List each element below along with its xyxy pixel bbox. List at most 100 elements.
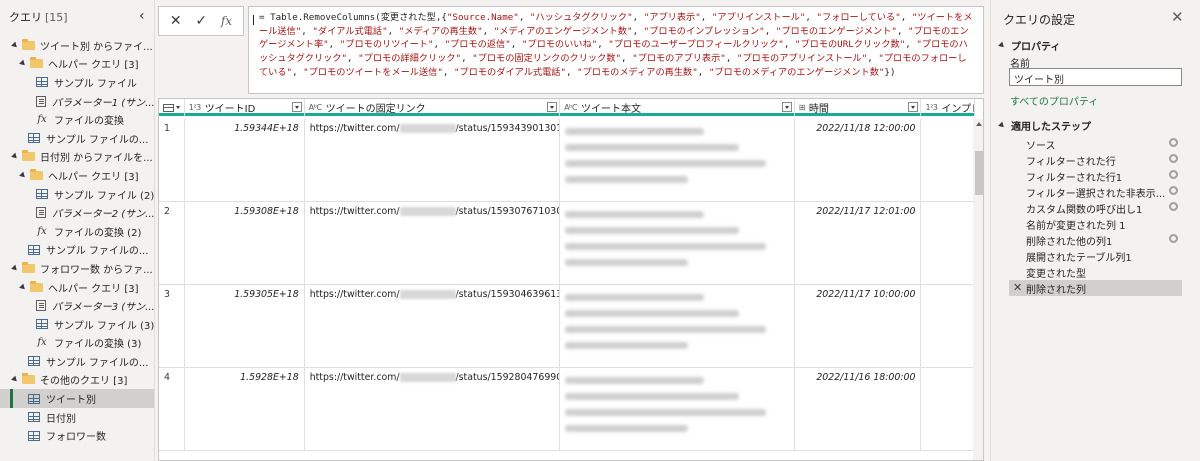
time-cell[interactable]: 2022/11/17 12:01:00 <box>795 202 922 284</box>
query-item[interactable]: サンプル ファイルの... <box>0 352 154 371</box>
impressions-cell[interactable] <box>921 119 975 201</box>
chevron-down-icon[interactable] <box>11 376 19 384</box>
query-group[interactable]: ヘルパー クエリ [3] <box>0 55 154 74</box>
applied-step[interactable]: 展開されたテーブル列1 <box>1009 248 1182 264</box>
query-item[interactable]: パラメーター3 (サン... <box>0 296 154 315</box>
column-header[interactable]: ⊞ 時間 <box>795 99 922 116</box>
permalink-cell[interactable]: https://twitter.com/ /status/159307671030… <box>305 202 561 284</box>
query-item[interactable]: fx ファイルの変換 <box>0 110 154 129</box>
query-item[interactable]: 日付別 <box>0 408 154 427</box>
applied-step[interactable]: 名前が変更された列 1 <box>1009 216 1182 232</box>
column-filter-icon[interactable] <box>781 102 792 112</box>
query-group[interactable]: 日付別 からファイルを... <box>0 148 154 167</box>
tweet-text-cell[interactable] <box>560 202 795 284</box>
applied-step[interactable]: 削除された他の列1 <box>1009 232 1182 248</box>
apply-formula-icon[interactable]: ✓ <box>195 14 207 28</box>
applied-step[interactable]: 変更された型 <box>1009 264 1182 280</box>
chevron-down-icon[interactable] <box>11 41 19 50</box>
applied-step[interactable]: フィルターされた行 <box>1009 152 1182 168</box>
applied-step[interactable]: カスタム関数の呼び出し1 <box>1009 200 1182 216</box>
chevron-down-icon[interactable] <box>11 264 19 273</box>
scrollbar-thumb[interactable] <box>975 151 983 195</box>
table-row[interactable]: 4 1.5928E+18 https://twitter.com/ /status/1… <box>159 368 975 451</box>
tweet-id-cell[interactable]: 1.59305E+18 <box>185 285 305 367</box>
applied-steps-section[interactable]: 適用したステップ <box>998 118 1091 133</box>
table-row[interactable]: 2 1.59308E+18 https://twitter.com/ /status/… <box>159 202 975 285</box>
impressions-cell[interactable] <box>921 202 975 284</box>
column-filter-icon[interactable] <box>908 102 919 112</box>
cancel-formula-icon[interactable]: ✕ <box>170 14 182 28</box>
query-group[interactable]: フォロワー数 からファ... <box>0 259 154 278</box>
gear-icon[interactable] <box>1169 186 1178 195</box>
column-type-icon[interactable]: 1²3 <box>189 103 201 112</box>
column-type-icon[interactable]: AᵇC <box>309 103 322 112</box>
table-row[interactable]: 3 1.59305E+18 https://twitter.com/ /status/… <box>159 285 975 368</box>
query-item[interactable]: サンプル ファイルの... <box>0 129 154 148</box>
chevron-down-icon[interactable] <box>19 60 27 68</box>
properties-section[interactable]: プロパティ <box>998 38 1060 53</box>
delete-step-icon[interactable]: ✕ <box>1013 281 1022 294</box>
query-item[interactable]: パラメーター1 (サン... <box>0 92 154 111</box>
column-type-icon[interactable]: ⊞ <box>799 103 806 112</box>
chevron-down-icon[interactable] <box>19 171 27 180</box>
query-item[interactable]: サンプル ファイル (3) <box>0 315 154 334</box>
chevron-down-icon[interactable] <box>19 283 27 291</box>
impressions-cell[interactable] <box>921 285 975 367</box>
tweet-text-cell[interactable] <box>560 285 795 367</box>
row-number[interactable]: 3 <box>159 285 185 367</box>
applied-step[interactable]: ソース <box>1009 136 1182 152</box>
query-item[interactable]: フォロワー数 <box>0 426 154 445</box>
permalink-cell[interactable]: https://twitter.com/ /status/159304639613… <box>305 285 561 367</box>
column-filter-icon[interactable] <box>547 102 558 112</box>
formula-input[interactable]: = Table.RemoveColumns(変更された型,{"Source.Na… <box>248 6 984 94</box>
applied-step[interactable]: フィルターされた行1 <box>1009 168 1182 184</box>
query-item[interactable]: fx ファイルの変換 (3) <box>0 334 154 353</box>
row-number[interactable]: 2 <box>159 202 185 284</box>
time-cell[interactable]: 2022/11/16 18:00:00 <box>795 368 922 450</box>
scroll-up-icon[interactable] <box>976 122 982 126</box>
query-group[interactable]: その他のクエリ [3] <box>0 371 154 390</box>
query-name-input[interactable]: ツイート別 <box>1009 68 1182 86</box>
tweet-id-cell[interactable]: 1.5928E+18 <box>185 368 305 450</box>
query-item[interactable]: ツイート別 <box>0 389 154 408</box>
vertical-scrollbar[interactable] <box>973 119 983 460</box>
column-filter-icon[interactable] <box>291 102 302 112</box>
column-header[interactable]: AᵇC ツイート本文 <box>560 99 795 116</box>
close-icon[interactable]: ✕ <box>1171 8 1184 26</box>
column-header[interactable]: 1²3 ツイートID <box>185 99 305 116</box>
time-cell[interactable]: 2022/11/17 10:00:00 <box>795 285 922 367</box>
query-group[interactable]: ヘルパー クエリ [3] <box>0 278 154 297</box>
all-properties-link[interactable]: すべてのプロパティ <box>1010 93 1098 108</box>
column-header[interactable]: AᵇC ツイートの固定リンク <box>305 99 561 116</box>
tweet-id-cell[interactable]: 1.59344E+18 <box>185 119 305 201</box>
column-type-icon[interactable]: AᵇC <box>564 103 577 112</box>
query-item[interactable]: サンプル ファイルの... <box>0 241 154 260</box>
permalink-cell[interactable]: https://twitter.com/ /status/159280476990… <box>305 368 561 450</box>
column-type-icon[interactable]: 1²3 <box>925 103 937 112</box>
row-number[interactable]: 4 <box>159 368 185 450</box>
query-group[interactable]: ヘルパー クエリ [3] <box>0 166 154 185</box>
query-item[interactable]: サンプル ファイル <box>0 73 154 92</box>
query-item[interactable]: パラメーター2 (サン... <box>0 203 154 222</box>
gear-icon[interactable] <box>1169 154 1178 163</box>
time-cell[interactable]: 2022/11/18 12:00:00 <box>795 119 922 201</box>
insert-function-icon[interactable]: fx <box>221 14 232 28</box>
tweet-id-cell[interactable]: 1.59308E+18 <box>185 202 305 284</box>
applied-step[interactable]: フィルター選択された非表示... <box>1009 184 1182 200</box>
query-item[interactable]: fx ファイルの変換 (2) <box>0 222 154 241</box>
column-header[interactable]: 1²3 インプレ <box>921 99 975 116</box>
query-group[interactable]: ツイート別 からファイ... <box>0 36 154 55</box>
gear-icon[interactable] <box>1169 202 1178 211</box>
permalink-cell[interactable]: https://twitter.com/ /status/159343901301… <box>305 119 561 201</box>
gear-icon[interactable] <box>1169 138 1178 147</box>
query-item[interactable]: サンプル ファイル (2) <box>0 185 154 204</box>
tweet-text-cell[interactable] <box>560 368 795 450</box>
applied-step[interactable]: ✕ 削除された列 <box>1009 280 1182 296</box>
collapse-pane-icon[interactable]: ‹ <box>139 9 145 23</box>
tweet-text-cell[interactable] <box>560 119 795 201</box>
impressions-cell[interactable] <box>921 368 975 450</box>
table-row[interactable]: 1 1.59344E+18 https://twitter.com/ /status/… <box>159 119 975 202</box>
row-number[interactable]: 1 <box>159 119 185 201</box>
select-all-corner[interactable] <box>159 99 185 116</box>
gear-icon[interactable] <box>1169 234 1178 243</box>
